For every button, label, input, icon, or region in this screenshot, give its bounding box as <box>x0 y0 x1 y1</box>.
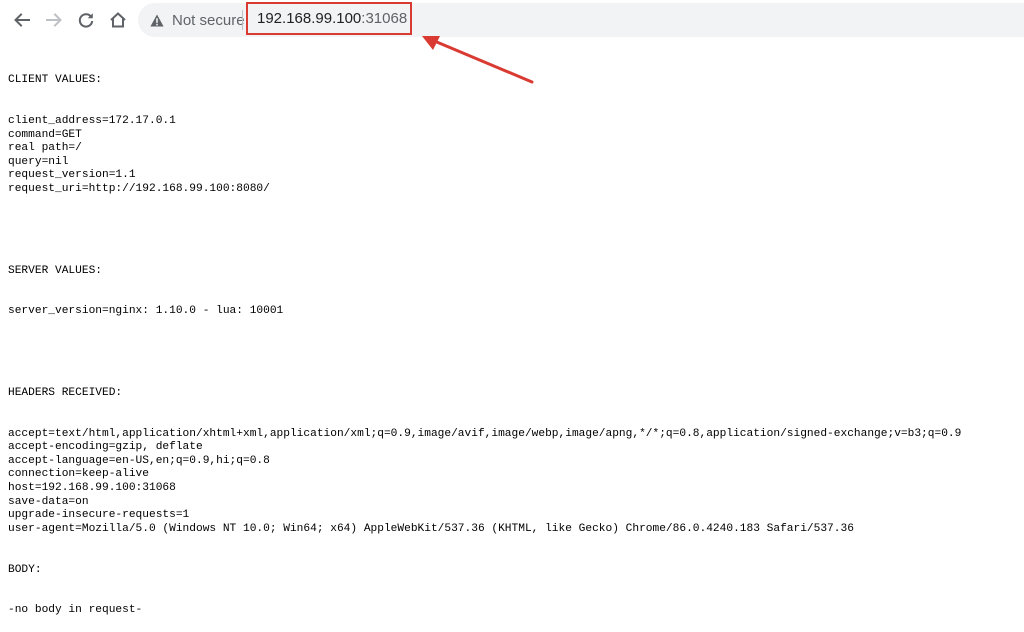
url-host: 192.168.99.100 <box>257 10 362 27</box>
body-list: -no body in request- <box>8 604 1024 618</box>
text-line: -no body in request- <box>8 604 143 617</box>
security-label: Not secure <box>172 11 245 29</box>
text-line: real path=/ <box>8 142 82 155</box>
section-heading-body: BODY: <box>8 563 42 576</box>
text-line: client_address=172.17.0.1 <box>8 114 176 127</box>
forward-arrow-icon[interactable] <box>42 8 66 32</box>
text-line: server_version=nginx: 1.10.0 - lua: 1000… <box>8 305 284 318</box>
security-indicator[interactable]: Not secure <box>150 9 245 31</box>
text-line: accept=text/html,application/xhtml+xml,a… <box>8 427 962 440</box>
text-line: host=192.168.99.100:31068 <box>8 482 176 494</box>
text-line: command=GET <box>8 128 82 141</box>
text-line: accept-encoding=gzip, deflate <box>8 441 203 454</box>
text-line: query=nil <box>8 155 69 168</box>
section-heading-server: SERVER VALUES: <box>8 264 102 277</box>
text-line: save-data=on <box>8 495 89 508</box>
text-line: request_uri=http://192.168.99.100:8080/ <box>8 182 270 195</box>
response-text: CLIENT VALUES: client_address=172.17.0.1… <box>8 47 1024 632</box>
warning-triangle-icon <box>150 14 164 27</box>
text-line: upgrade-insecure-requests=1 <box>8 509 190 522</box>
text-line: accept-language=en-US,en;q=0.9,hi;q=0.8 <box>8 454 270 467</box>
headers-list: accept=text/html,application/xhtml+xml,a… <box>8 428 1024 537</box>
omnibox-divider <box>242 10 243 30</box>
section-heading-headers: HEADERS RECEIVED: <box>8 386 123 399</box>
url-port: :31068 <box>361 10 408 27</box>
reload-icon[interactable] <box>74 8 98 32</box>
section-heading-client: CLIENT VALUES: <box>8 74 102 87</box>
back-arrow-icon[interactable] <box>10 8 34 32</box>
text-line: request_version=1.1 <box>8 169 136 182</box>
text-line: user-agent=Mozilla/5.0 (Windows NT 10.0;… <box>8 522 854 535</box>
server-values-list: server_version=nginx: 1.10.0 - lua: 1000… <box>8 305 1024 319</box>
client-values-list: client_address=172.17.0.1 command=GET real… <box>8 115 1024 197</box>
home-icon[interactable] <box>106 8 130 32</box>
text-line: connection=keep-alive <box>8 468 149 481</box>
url-text[interactable]: 192.168.99.100:31068 <box>257 10 407 27</box>
